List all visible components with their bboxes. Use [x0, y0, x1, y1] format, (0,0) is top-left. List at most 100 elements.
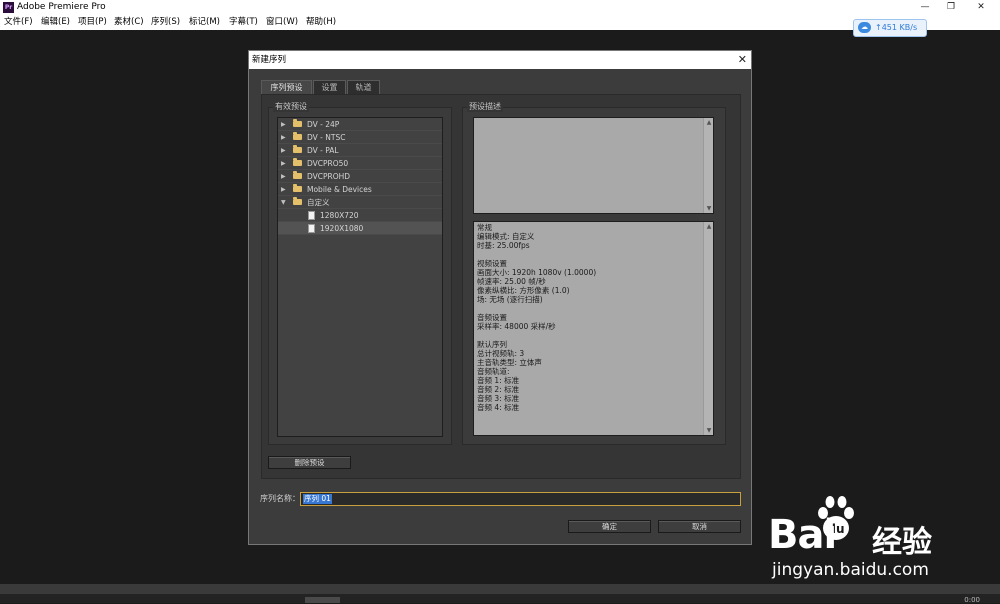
desc-line: 场: 无场 (逐行扫描) [477, 295, 543, 304]
tree-item-mobile-devices[interactable]: ▶ Mobile & Devices [278, 183, 442, 196]
description-label: 预设描述 [467, 101, 503, 112]
tree-item-label: DVCPRO50 [307, 159, 349, 168]
sequence-name-input[interactable]: 序列 01 [300, 492, 741, 506]
desc-line: 音频 4: 标准 [477, 403, 520, 412]
timeline-scroll-strip[interactable] [0, 594, 1000, 603]
ok-button[interactable]: 确定 [568, 520, 651, 533]
tree-item-label: DV - 24P [307, 120, 340, 129]
menu-file[interactable]: 文件(F) [4, 16, 33, 29]
dialog-titlebar: 新建序列 ✕ [249, 51, 751, 69]
scroll-down-icon[interactable]: ▼ [705, 205, 713, 212]
restore-button[interactable]: ❐ [936, 0, 966, 15]
desc-line: 主音轨类型: 立体声 [477, 358, 542, 367]
desc-line: 音频轨道: [477, 367, 510, 376]
timeline-scroll-thumb[interactable] [305, 597, 340, 603]
sequence-name-label: 序列名称： [260, 494, 300, 503]
collapse-arrow-icon[interactable]: ▼ [281, 196, 286, 209]
watermark-bai: Bai [768, 512, 837, 558]
sequence-name-value: 序列 01 [303, 494, 332, 504]
tree-item-dvcprohd[interactable]: ▶ DVCPROHD [278, 170, 442, 183]
desc-line: 常规 [477, 223, 492, 232]
close-icon[interactable]: ✕ [738, 52, 747, 68]
network-speed-widget[interactable]: ☁ ↑451 KB/s [853, 19, 927, 37]
menu-marker[interactable]: 标记(M) [189, 16, 220, 29]
tree-item-dv-pal[interactable]: ▶ DV - PAL [278, 144, 442, 157]
tree-item-dvcpro50[interactable]: ▶ DVCPRO50 [278, 157, 442, 170]
folder-icon [293, 145, 302, 153]
desc-line: 音频 1: 标准 [477, 376, 520, 385]
desc-line: 时基: 25.00fps [477, 241, 530, 250]
tree-item-dv-24p[interactable]: ▶ DV - 24P [278, 118, 442, 131]
expand-arrow-icon[interactable]: ▶ [281, 118, 286, 131]
tab-sequence-presets[interactable]: 序列预设 [261, 80, 312, 94]
scroll-down-icon[interactable]: ▼ [705, 427, 713, 434]
desc-line: 视频设置 [477, 259, 507, 268]
menu-project[interactable]: 项目(P) [78, 16, 107, 29]
tree-item-label: DVCPROHD [307, 172, 351, 181]
cloud-icon: ☁ [858, 22, 871, 33]
preset-description-top[interactable]: ▲ ▼ [473, 117, 714, 214]
expand-arrow-icon[interactable]: ▶ [281, 144, 286, 157]
upload-speed: ↑451 KB/s [875, 23, 918, 32]
vertical-scrollbar[interactable]: ▲ ▼ [703, 118, 713, 213]
desc-line: 音频设置 [477, 313, 507, 322]
tab-settings[interactable]: 设置 [313, 80, 346, 94]
folder-icon [293, 119, 302, 127]
expand-arrow-icon[interactable]: ▶ [281, 157, 286, 170]
desc-line: 帧速率: 25.00 帧/秒 [477, 277, 546, 286]
menu-title[interactable]: 字幕(T) [229, 16, 258, 29]
folder-icon [293, 184, 302, 192]
desc-line: 总计视频轨: 3 [477, 349, 525, 358]
watermark-jingyan: 经验 [872, 525, 932, 560]
bottom-panel-bar [0, 584, 1000, 594]
new-sequence-dialog: 新建序列 ✕ 序列预设 设置 轨道 有效预设 ▶ DV - 24P ▶ DV -… [248, 50, 752, 545]
tree-item-custom[interactable]: ▼ 自定义 [278, 196, 442, 209]
tree-item-label: 自定义 [307, 198, 330, 207]
app-title: Adobe Premiere Pro [17, 2, 106, 12]
expand-arrow-icon[interactable]: ▶ [281, 183, 286, 196]
tree-item-1280x720[interactable]: 1280X720 [278, 209, 442, 222]
watermark-url: jingyan.baidu.com [772, 560, 929, 580]
folder-icon [293, 132, 302, 140]
folder-icon [293, 158, 302, 166]
preset-file-icon [308, 224, 315, 233]
expand-arrow-icon[interactable]: ▶ [281, 170, 286, 183]
menu-window[interactable]: 窗口(W) [266, 16, 298, 29]
tree-item-label: Mobile & Devices [307, 185, 372, 194]
tree-item-label: DV - NTSC [307, 133, 346, 142]
delete-preset-button[interactable]: 删除预设 [268, 456, 351, 469]
desc-line: 编辑模式: 自定义 [477, 232, 535, 241]
menu-help[interactable]: 帮助(H) [306, 16, 336, 29]
menu-sequence[interactable]: 序列(S) [151, 16, 180, 29]
close-window-button[interactable]: ✕ [966, 0, 996, 15]
premiere-logo-icon: Pr [3, 2, 14, 13]
scroll-up-icon[interactable]: ▲ [705, 223, 713, 230]
tree-item-label: DV - PAL [307, 146, 339, 155]
dialog-title: 新建序列 [252, 55, 287, 65]
tree-item-1920x1080[interactable]: 1920X1080 [278, 222, 442, 235]
tree-item-dv-ntsc[interactable]: ▶ DV - NTSC [278, 131, 442, 144]
tab-tracks[interactable]: 轨道 [347, 80, 380, 94]
scroll-up-icon[interactable]: ▲ [705, 119, 713, 126]
menubar: 文件(F) 编辑(E) 项目(P) 素材(C) 序列(S) 标记(M) 字幕(T… [0, 15, 1000, 30]
desc-line: 画面大小: 1920h 1080v (1.0000) [477, 268, 597, 277]
app-titlebar: Pr Adobe Premiere Pro — ❐ ✕ [0, 0, 1000, 15]
presets-label: 有效预设 [273, 101, 309, 112]
folder-icon [293, 171, 302, 179]
tree-item-label: 1280X720 [320, 211, 359, 220]
desc-line: 默认序列 [477, 340, 507, 349]
preset-file-icon [308, 211, 315, 220]
desc-line: 像素纵横比: 方形像素 (1.0) [477, 286, 570, 295]
folder-icon [293, 197, 302, 205]
cancel-button[interactable]: 取消 [658, 520, 741, 533]
tree-item-label: 1920X1080 [320, 224, 364, 233]
menu-edit[interactable]: 编辑(E) [41, 16, 70, 29]
desc-line: 采样率: 48000 采样/秒 [477, 322, 556, 331]
menu-clip[interactable]: 素材(C) [114, 16, 144, 29]
desc-line: 音频 3: 标准 [477, 394, 520, 403]
desc-line: 音频 2: 标准 [477, 385, 520, 394]
preset-tree[interactable]: ▶ DV - 24P ▶ DV - NTSC ▶ DV - PAL ▶ DVCP… [277, 117, 443, 437]
vertical-scrollbar[interactable]: ▲ ▼ [703, 222, 713, 435]
expand-arrow-icon[interactable]: ▶ [281, 131, 286, 144]
preset-description-details[interactable]: 常规 编辑模式: 自定义 时基: 25.00fps 视频设置 画面大小: 192… [473, 221, 714, 436]
